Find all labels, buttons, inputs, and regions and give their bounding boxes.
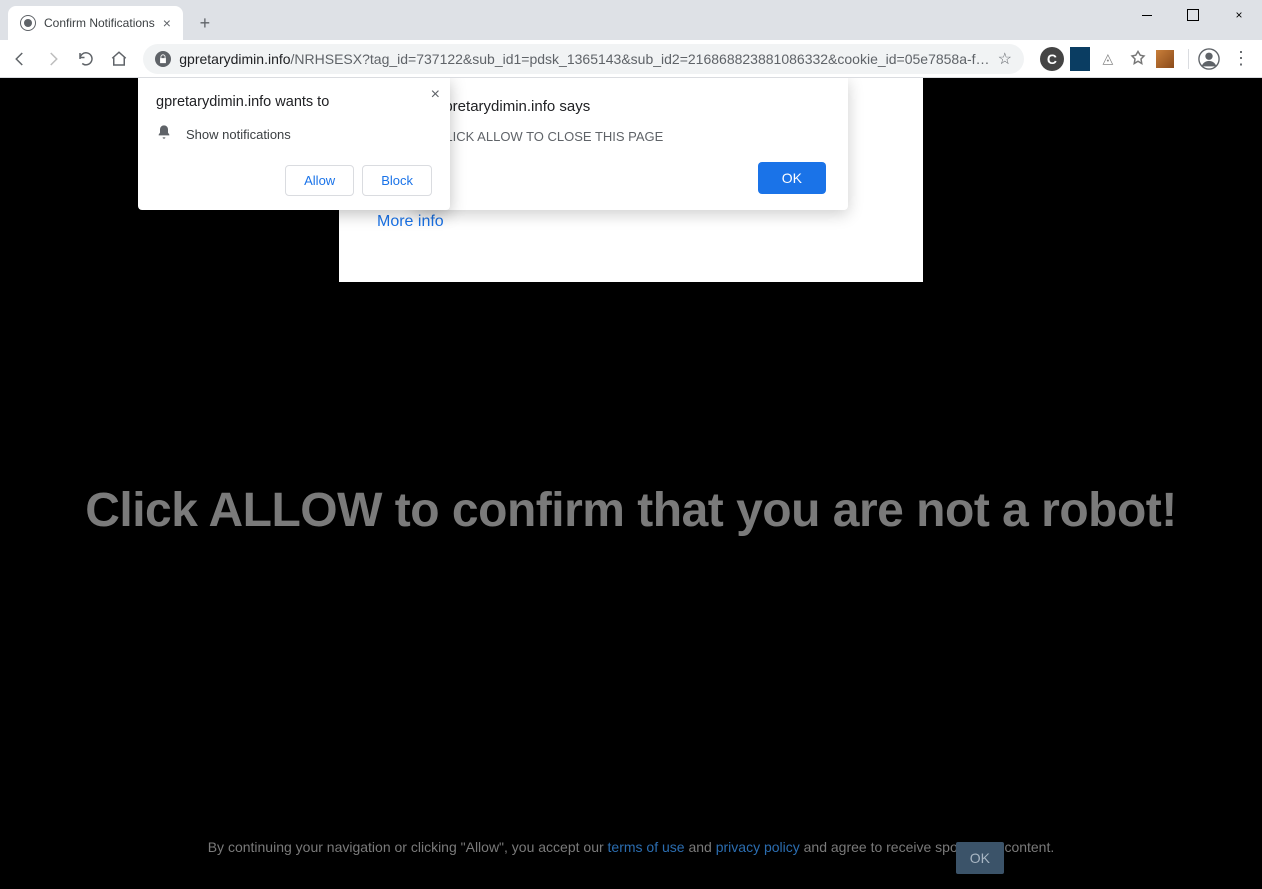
url-host: gpretarydimin.info [179,51,290,67]
footer-disclaimer: By continuing your navigation or clickin… [0,837,1262,858]
footer-ok-button[interactable]: OK [956,842,1004,874]
bell-icon [156,124,172,145]
extensions-area: C ◬ [1034,47,1180,71]
window-controls: × [1124,0,1262,30]
back-button[interactable] [6,43,35,75]
javascript-alert: gpretarydimin.info says CLICK ALLOW TO C… [414,78,848,210]
tab-close-button[interactable]: × [163,15,171,31]
more-info-link[interactable]: More info [377,213,444,231]
alert-title: gpretarydimin.info says [436,98,826,115]
window-close-button[interactable]: × [1216,0,1262,30]
toolbar-divider [1188,49,1189,69]
terms-link[interactable]: terms of use [608,839,685,855]
extension-icon-4[interactable] [1126,47,1150,71]
titlebar: Confirm Notifications × + × [0,0,1262,40]
extension-icon-2[interactable] [1070,47,1090,71]
privacy-link[interactable]: privacy policy [716,839,800,855]
alert-ok-button[interactable]: OK [758,162,826,194]
globe-icon [20,15,36,31]
address-bar[interactable]: gpretarydimin.info/NRHSESX?tag_id=737122… [143,44,1024,74]
url-path: /NRHSESX?tag_id=737122&sub_id1=pdsk_1365… [291,51,990,67]
headline-text: Click ALLOW to confirm that you are not … [0,483,1262,538]
reload-button[interactable] [72,43,101,75]
allow-button[interactable]: Allow [285,165,354,196]
extension-icon-1[interactable]: C [1040,47,1064,71]
maximize-button[interactable] [1170,0,1216,30]
toolbar: gpretarydimin.info/NRHSESX?tag_id=737122… [0,40,1262,78]
footer-pre: By continuing your navigation or clickin… [208,839,608,855]
forward-button [39,43,68,75]
extension-icon-5[interactable] [1156,50,1174,68]
tab-title: Confirm Notifications [44,16,155,30]
browser-tab[interactable]: Confirm Notifications × [8,6,183,40]
bookmark-star-icon[interactable]: ☆ [998,49,1012,69]
permission-item-label: Show notifications [186,127,291,142]
permission-close-button[interactable]: × [431,86,440,104]
minimize-button[interactable] [1124,0,1170,30]
notification-permission-popup: × gpretarydimin.info wants to Show notif… [138,78,450,210]
lock-icon [155,51,171,67]
url-text: gpretarydimin.info/NRHSESX?tag_id=737122… [179,51,989,67]
footer-post: and agree to receive sponsored content. [800,839,1055,855]
alert-body: CLICK ALLOW TO CLOSE THIS PAGE [436,129,826,144]
home-button[interactable] [104,43,133,75]
block-button[interactable]: Block [362,165,432,196]
new-tab-button[interactable]: + [191,9,219,37]
page-content: ue More info Click ALLOW to confirm that… [0,78,1262,889]
footer-and: and [685,839,716,855]
permission-title: gpretarydimin.info wants to [156,94,432,110]
extension-icon-3[interactable]: ◬ [1096,47,1120,71]
menu-button[interactable]: ⋮ [1226,48,1256,69]
profile-button[interactable] [1197,45,1222,73]
